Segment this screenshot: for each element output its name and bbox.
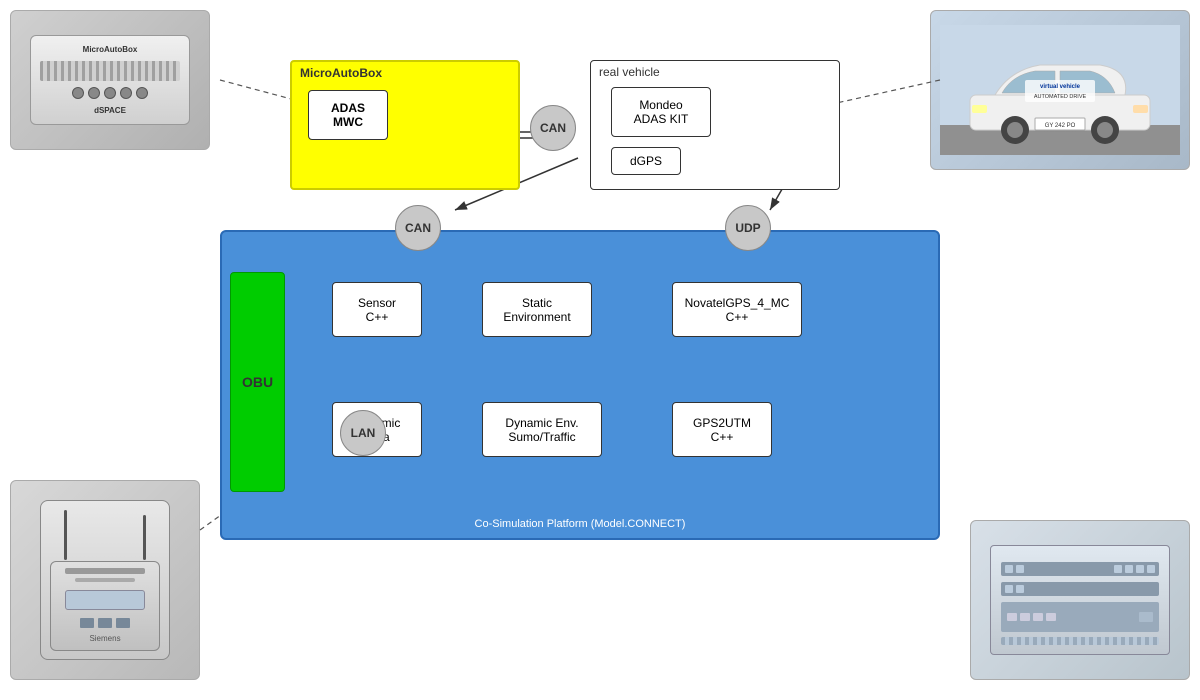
real-vehicle-label: real vehicle (599, 65, 660, 79)
svg-text:GY 242 PO: GY 242 PO (1045, 123, 1076, 129)
sensor-box: Sensor C++ (332, 282, 422, 337)
microautobox-label: MicroAutoBox (300, 66, 382, 80)
gps2utm-box: GPS2UTM C++ (672, 402, 772, 457)
udp-node: UDP (725, 205, 771, 251)
dynamic-env-box: Dynamic Env. Sumo/Traffic (482, 402, 602, 457)
gps2utm-label: GPS2UTM (693, 416, 751, 430)
gps2utm-lang: C++ (711, 430, 734, 444)
mwc-label: MWC (333, 115, 363, 129)
siemens-label: Siemens (89, 634, 120, 643)
dynamic-env-label: Dynamic Env. (505, 416, 578, 430)
dynamic-env-label2: Sumo/Traffic (508, 430, 575, 444)
svg-text:AUTOMATED DRIVE: AUTOMATED DRIVE (1034, 94, 1087, 100)
adas-box: ADAS MWC (308, 90, 388, 140)
can-node-bottom: CAN (395, 205, 441, 251)
environment-label: Environment (503, 310, 570, 324)
adas-kit-label: ADAS KIT (634, 112, 689, 126)
sensor-label: Sensor (358, 296, 396, 310)
mab-brand-label: MicroAutoBox (83, 45, 138, 54)
can-node-top: CAN (530, 105, 576, 151)
dgps-box: dGPS (611, 147, 681, 175)
static-env-box: Static Environment (482, 282, 592, 337)
lan-node: LAN (340, 410, 386, 456)
diagram-area: MicroAutoBox ADAS MWC CAN real vehicle M… (160, 50, 1000, 610)
sensor-lang: C++ (366, 310, 389, 324)
obu-box: OBU (230, 272, 285, 492)
real-vehicle-area: real vehicle Mondeo ADAS KIT dGPS (590, 60, 840, 190)
static-label: Static (522, 296, 552, 310)
novatel-lang: C++ (726, 310, 749, 324)
adas-label: ADAS (331, 101, 365, 115)
mondeo-box: Mondeo ADAS KIT (611, 87, 711, 137)
mondeo-label: Mondeo (639, 98, 682, 112)
novatel-box: NovatelGPS_4_MC C++ (672, 282, 802, 337)
cosim-area: OBU Sensor C++ Static Environment Novate… (220, 230, 940, 540)
microautobox-area: MicroAutoBox ADAS MWC (290, 60, 520, 190)
photo-bottomright (970, 520, 1190, 680)
dspace-brand-label: dSPACE (94, 106, 126, 115)
svg-text:virtual vehicle: virtual vehicle (1040, 84, 1081, 90)
cosim-label: Co-Simulation Platform (Model.CONNECT) (475, 518, 686, 530)
novatel-label: NovatelGPS_4_MC (685, 296, 790, 310)
